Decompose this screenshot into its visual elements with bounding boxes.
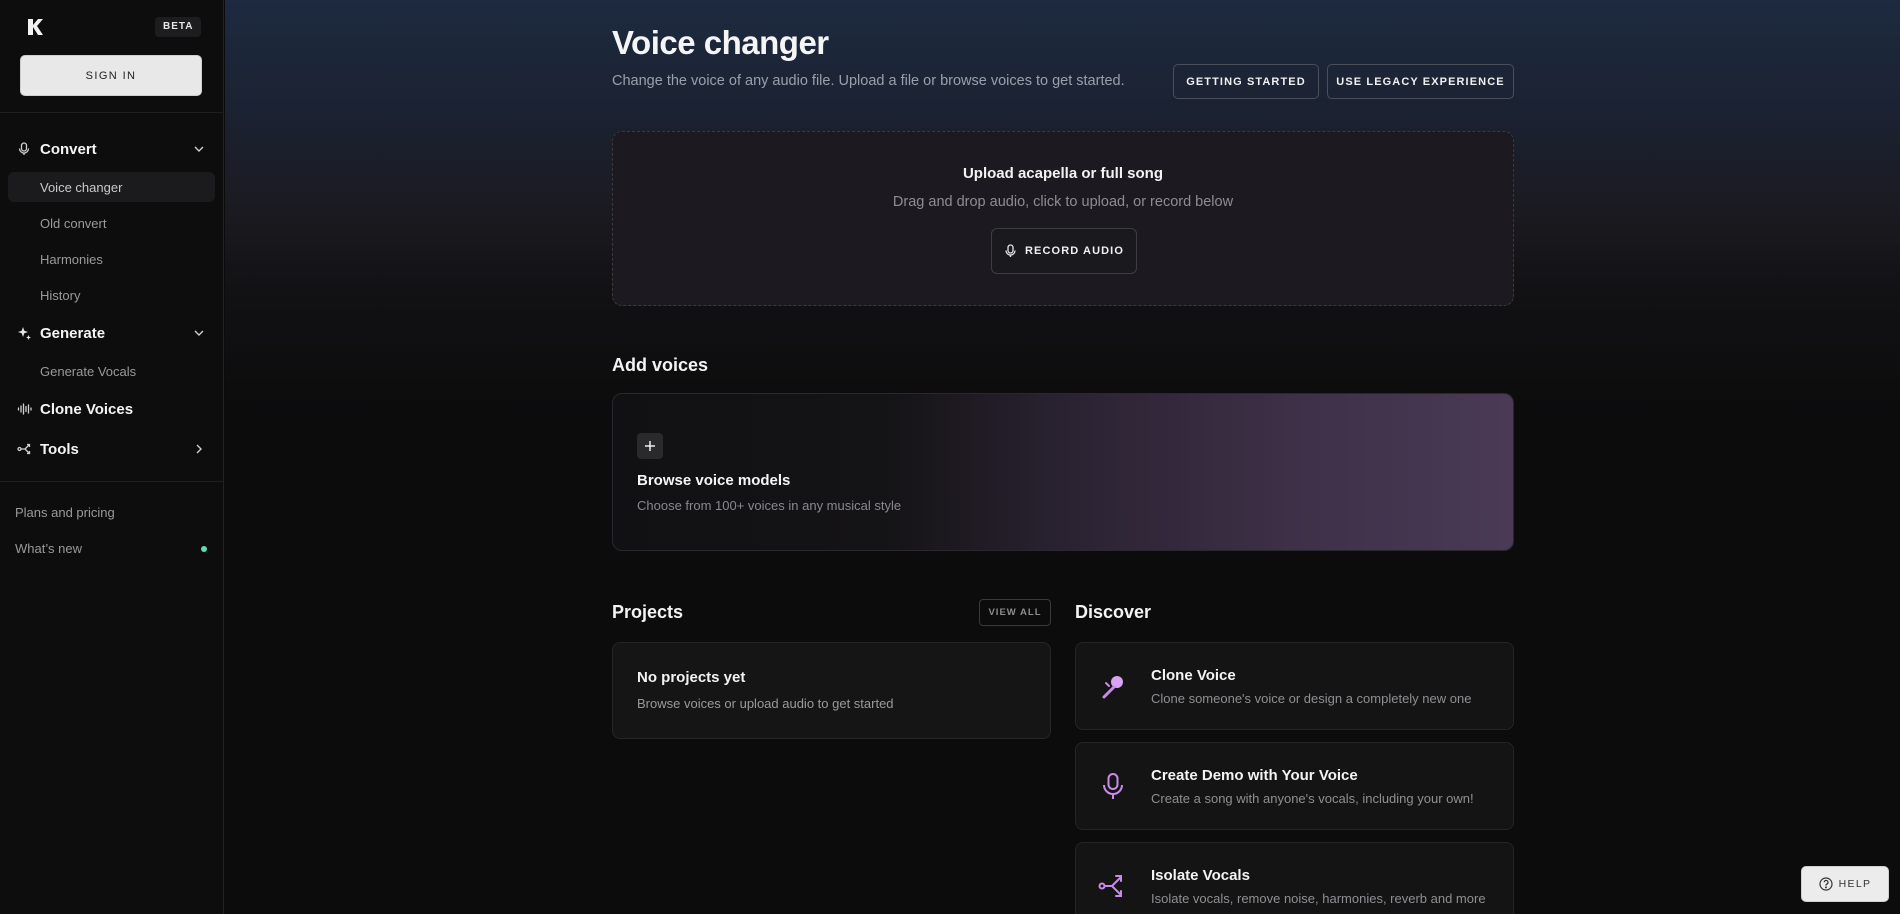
use-legacy-experience-button[interactable]: USE LEGACY EXPERIENCE: [1327, 64, 1514, 99]
browse-voice-models-title: Browse voice models: [637, 472, 791, 489]
discover-card-isolate-vocals[interactable]: Isolate Vocals Isolate vocals, remove no…: [1075, 842, 1514, 914]
page-subtitle: Change the voice of any audio file. Uplo…: [612, 73, 1125, 89]
sidebar-header: BETA SIGN IN: [0, 0, 223, 113]
question-circle-icon: [1819, 877, 1833, 891]
projects-empty-title: No projects yet: [637, 669, 746, 686]
plans-and-pricing-link[interactable]: Plans and pricing: [15, 505, 115, 520]
nav-section-label: Convert: [40, 140, 97, 158]
help-button[interactable]: HELP: [1801, 866, 1889, 902]
clone-voice-icon: [1102, 676, 1123, 699]
upload-subtitle: Drag and drop audio, click to upload, or…: [892, 194, 1234, 210]
beta-badge: BETA: [155, 17, 202, 37]
plus-icon: [637, 433, 663, 459]
split-arrows-icon: [1098, 875, 1122, 897]
brand-logo-icon[interactable]: [26, 17, 46, 37]
sidebar: BETA SIGN IN Convert Voice changer Old c…: [0, 0, 224, 914]
discover-heading: Discover: [1075, 602, 1152, 622]
nav-section-tools[interactable]: Tools: [0, 429, 224, 469]
sidebar-item-harmonies[interactable]: Harmonies: [8, 244, 215, 274]
discover-card-subtitle: Isolate vocals, remove noise, harmonies,…: [1151, 891, 1486, 906]
nav-section-convert[interactable]: Convert: [0, 129, 224, 169]
discover-card-title: Create Demo with Your Voice: [1151, 767, 1358, 784]
upload-dropzone[interactable]: Upload acapella or full song Drag and dr…: [612, 131, 1514, 306]
upload-title: Upload acapella or full song: [962, 165, 1164, 182]
microphone-icon: [1005, 244, 1016, 257]
discover-card-subtitle: Clone someone's voice or design a comple…: [1151, 691, 1472, 706]
whats-new-link[interactable]: What’s new: [15, 541, 82, 556]
chevron-down-icon: [194, 330, 204, 336]
browse-voice-models-subtitle: Choose from 100+ voices in any musical s…: [637, 498, 902, 513]
discover-card-title: Clone Voice: [1151, 667, 1236, 684]
discover-card-create-demo[interactable]: Create Demo with Your Voice Create a son…: [1075, 742, 1514, 830]
main-content: Voice changer Change the voice of any au…: [225, 0, 1900, 914]
sparkle-icon: [16, 325, 32, 341]
discover-card-title: Isolate Vocals: [1151, 867, 1250, 884]
sidebar-item-voice-changer[interactable]: Voice changer: [8, 172, 215, 202]
record-audio-button[interactable]: RECORD AUDIO: [991, 228, 1137, 274]
record-audio-label: RECORD AUDIO: [1025, 245, 1124, 257]
sidebar-divider: [0, 481, 224, 482]
discover-card-clone-voice[interactable]: Clone Voice Clone someone's voice or des…: [1075, 642, 1514, 730]
add-voices-heading: Add voices: [612, 355, 709, 375]
chevron-down-icon: [194, 146, 204, 152]
discover-card-subtitle: Create a song with anyone's vocals, incl…: [1151, 791, 1474, 806]
page-title: Voice changer: [612, 24, 829, 61]
view-all-button[interactable]: VIEW ALL: [979, 599, 1051, 626]
tools-branch-icon: [16, 441, 32, 457]
nav-section-label: Generate: [40, 324, 106, 342]
nav-section-generate[interactable]: Generate: [0, 313, 224, 353]
sidebar-item-old-convert[interactable]: Old convert: [8, 208, 215, 238]
nav-section-label: Tools: [40, 440, 79, 458]
new-indicator-dot: [201, 546, 207, 552]
sidebar-item-history[interactable]: History: [8, 280, 215, 310]
help-label: HELP: [1838, 878, 1872, 890]
waveform-icon: [16, 401, 32, 417]
projects-heading: Projects: [612, 602, 684, 622]
chevron-right-icon: [196, 444, 202, 454]
browse-voice-models-card[interactable]: Browse voice models Choose from 100+ voi…: [612, 393, 1514, 551]
projects-empty-card: No projects yet Browse voices or upload …: [612, 642, 1051, 739]
getting-started-button[interactable]: GETTING STARTED: [1173, 64, 1319, 99]
sidebar-item-generate-vocals[interactable]: Generate Vocals: [8, 356, 215, 386]
nav-section-label: Clone Voices: [40, 400, 134, 418]
microphone-icon: [1103, 773, 1123, 799]
projects-empty-subtitle: Browse voices or upload audio to get sta…: [637, 696, 894, 711]
sign-in-button[interactable]: SIGN IN: [20, 55, 202, 96]
microphone-icon: [16, 141, 32, 157]
nav-section-clone-voices[interactable]: Clone Voices: [0, 389, 224, 429]
